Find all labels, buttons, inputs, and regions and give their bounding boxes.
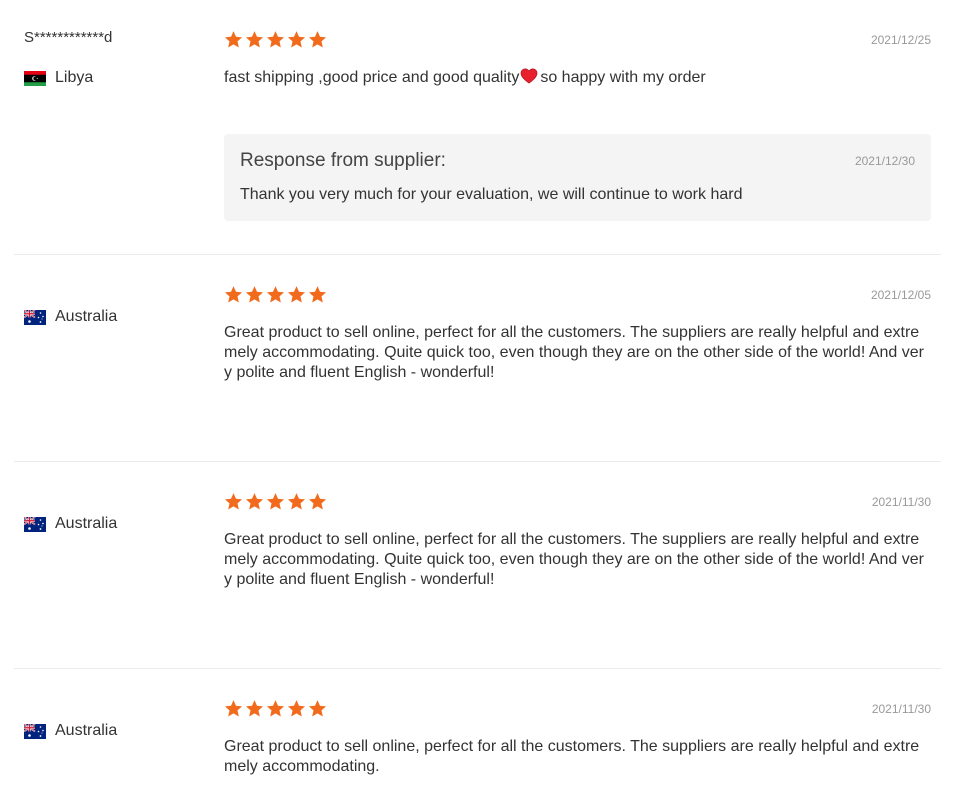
australia-flag-icon: [24, 310, 46, 325]
response-title: Response from supplier:: [240, 150, 446, 171]
review-date: 2021/11/30: [871, 495, 931, 509]
country-name: Australia: [55, 722, 118, 739]
country-name: Australia: [55, 515, 118, 532]
star-rating: [224, 30, 327, 49]
australia-flag-icon: [24, 517, 46, 532]
country-name: Australia: [55, 308, 118, 325]
review-text: Great product to sell online, perfect fo…: [224, 323, 931, 383]
buyer-country: Australia: [24, 307, 204, 327]
star-icon: [308, 30, 327, 49]
review-text-line: mely accommodating.: [224, 758, 380, 775]
supplier-response: Response from supplier: 2021/12/30 Thank…: [224, 134, 931, 221]
review-text-part: so happy with my order: [540, 69, 706, 86]
review-text: Great product to sell online, perfect fo…: [224, 737, 931, 777]
star-icon: [308, 699, 327, 718]
review-text-line: Great product to sell online, perfect fo…: [224, 324, 920, 341]
buyer-info: Australia: [24, 462, 204, 534]
buyer-country: Libya: [24, 68, 204, 88]
review-item: Australia 2021/11/30 Great product to se…: [14, 669, 941, 809]
review-text-line: y polite and fluent English - wonderful!: [224, 364, 495, 381]
buyer-country: Australia: [24, 721, 204, 741]
review-text-line: y polite and fluent English - wonderful!: [224, 571, 495, 588]
star-icon: [287, 30, 306, 49]
review-date: 2021/12/25: [870, 33, 931, 47]
buyer-info: S************d Libya: [24, 0, 204, 88]
review-date: 2021/12/05: [870, 288, 931, 302]
star-icon: [224, 492, 243, 511]
review-text-part: fast shipping ,good price and good quali…: [224, 69, 520, 86]
buyer-info: Australia: [24, 669, 204, 741]
star-icon: [245, 492, 264, 511]
star-icon: [287, 492, 306, 511]
review-text: Great product to sell online, perfect fo…: [224, 530, 931, 590]
buyer-country: Australia: [24, 514, 204, 534]
star-icon: [308, 285, 327, 304]
review-item: Australia 2021/12/05 Great product to se…: [14, 255, 941, 462]
star-icon: [287, 699, 306, 718]
red-heart-icon: [520, 68, 538, 84]
country-name: Libya: [55, 69, 94, 86]
star-icon: [266, 285, 285, 304]
star-icon: [224, 699, 243, 718]
star-rating: [224, 699, 327, 718]
star-icon: [245, 285, 264, 304]
review-text-line: mely accommodating. Quite quick too, eve…: [224, 551, 924, 568]
australia-flag-icon: [24, 724, 46, 739]
star-icon: [245, 699, 264, 718]
review-item: Australia 2021/11/30 Great product to se…: [14, 462, 941, 669]
star-icon: [245, 30, 264, 49]
buyer-name: S************d: [24, 29, 113, 46]
star-icon: [308, 492, 327, 511]
star-icon: [287, 285, 306, 304]
buyer-info: Australia: [24, 255, 204, 327]
star-icon: [224, 30, 243, 49]
star-rating: [224, 492, 327, 511]
star-rating: [224, 285, 327, 304]
libya-flag-icon: [24, 71, 46, 86]
review-item: S************d Libya 2021/12/25 fast shi…: [14, 0, 941, 255]
review-date: 2021/11/30: [871, 702, 931, 716]
star-icon: [266, 30, 285, 49]
star-icon: [266, 699, 285, 718]
review-text-line: mely accommodating. Quite quick too, eve…: [224, 344, 924, 361]
star-icon: [266, 492, 285, 511]
review-list: S************d Libya 2021/12/25 fast shi…: [14, 0, 941, 809]
review-text: fast shipping ,good price and good quali…: [224, 68, 931, 88]
review-text-line: Great product to sell online, perfect fo…: [224, 738, 920, 755]
response-text: Thank you very much for your evaluation,…: [240, 186, 743, 203]
response-date: 2021/12/30: [854, 154, 915, 168]
star-icon: [224, 285, 243, 304]
review-text-line: Great product to sell online, perfect fo…: [224, 531, 920, 548]
